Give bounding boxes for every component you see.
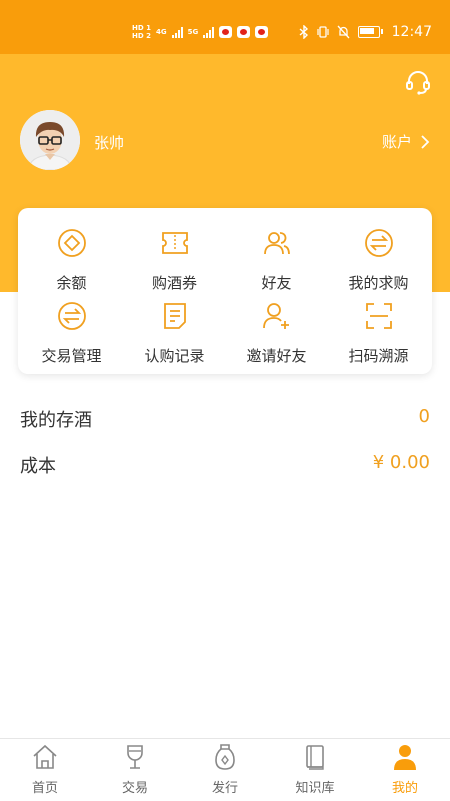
grid-item-label: 购酒券	[151, 274, 197, 292]
friends-icon	[264, 232, 290, 255]
wine-glass-icon	[127, 745, 143, 769]
grid-item-label: 邀请好友	[246, 347, 307, 365]
tab-knowledge-base[interactable]: 知识库	[270, 739, 360, 801]
grid-item-label: 我的求购	[348, 274, 409, 292]
ticket-icon	[162, 232, 188, 254]
hd1-label: HD 1	[132, 24, 151, 32]
status-right: 12:47	[299, 20, 432, 44]
add-user-icon	[263, 303, 289, 329]
grid-item-subscription-records[interactable]: 认购记录	[123, 301, 226, 371]
bluetooth-icon	[299, 25, 308, 39]
grid-item-invite-friends[interactable]: 邀请好友	[225, 301, 328, 371]
grid-item-balance[interactable]: 余额	[20, 228, 123, 298]
tab-label: 发行	[211, 781, 238, 796]
grid-item-friends[interactable]: 好友	[225, 228, 328, 298]
tab-trade[interactable]: 交易	[90, 739, 180, 801]
cost-label: 成本	[20, 456, 56, 477]
grid-item-wine-voucher[interactable]: 购酒券	[123, 228, 226, 298]
mute-bell-icon	[337, 25, 350, 39]
app-notification-icon	[255, 26, 269, 38]
stored-wine-value: 0	[418, 406, 430, 427]
bottom-tab-bar: 首页 交易 发行 知识库 我的	[0, 738, 450, 801]
status-bar: HD 1 HD 2 4G 5G 12:47	[0, 0, 450, 54]
home-icon	[33, 744, 57, 769]
function-grid: 余额 购酒券 好友 我的求购 交易管理 认购记录 邀请好友 扫码溯源	[18, 208, 432, 374]
avatar-illustration	[20, 110, 80, 170]
tab-issue[interactable]: 发行	[180, 739, 270, 801]
exchange-arrows-icon	[58, 302, 86, 330]
hd2-label: HD 2	[132, 32, 151, 40]
tab-home[interactable]: 首页	[0, 739, 90, 801]
account-label: 账户	[381, 133, 412, 151]
battery-icon	[357, 26, 383, 38]
tab-label: 首页	[31, 781, 58, 796]
book-icon	[306, 745, 324, 770]
stored-wine-row[interactable]: 我的存酒 0	[20, 406, 430, 436]
vibrate-icon	[317, 26, 329, 38]
signal-1-icon	[171, 26, 183, 38]
grid-item-label: 余额	[56, 274, 87, 292]
signal-2-icon	[203, 26, 215, 38]
network-2-label: 5G	[187, 28, 199, 36]
exchange-arrows-icon	[365, 229, 393, 257]
grid-item-label: 交易管理	[41, 347, 102, 365]
avatar[interactable]	[20, 110, 80, 170]
grid-item-my-purchase-requests[interactable]: 我的求购	[327, 228, 430, 298]
tab-label: 我的	[391, 781, 418, 796]
tab-mine[interactable]: 我的	[360, 739, 450, 801]
tab-label: 交易	[121, 781, 148, 796]
chevron-right-icon	[421, 134, 430, 149]
grid-item-label: 好友	[261, 274, 292, 292]
status-left: HD 1 HD 2 4G 5G	[132, 20, 269, 44]
username: 张帅	[94, 134, 125, 152]
grid-item-label: 认购记录	[144, 347, 205, 365]
cost-value: ¥ 0.00	[372, 452, 430, 473]
cost-row: 成本 ¥ 0.00	[20, 452, 430, 482]
network-1-label: 4G	[155, 28, 167, 36]
diamond-coin-icon	[58, 229, 86, 257]
stored-wine-label: 我的存酒	[20, 410, 92, 431]
app-notification-icon	[219, 26, 233, 38]
grid-item-trade-management[interactable]: 交易管理	[20, 301, 123, 371]
document-list-icon	[164, 303, 186, 329]
tab-label: 知识库	[295, 781, 335, 796]
status-time: 12:47	[391, 24, 432, 40]
app-notification-icon	[237, 26, 251, 38]
bottle-icon	[215, 744, 235, 770]
grid-item-scan-trace[interactable]: 扫码溯源	[327, 301, 430, 371]
customer-service-icon[interactable]	[404, 68, 432, 96]
scan-icon	[366, 303, 392, 329]
grid-item-label: 扫码溯源	[348, 347, 409, 365]
user-icon	[394, 745, 416, 770]
hd-indicator: HD 1 HD 2	[132, 24, 151, 40]
account-link[interactable]: 账户	[382, 131, 430, 152]
